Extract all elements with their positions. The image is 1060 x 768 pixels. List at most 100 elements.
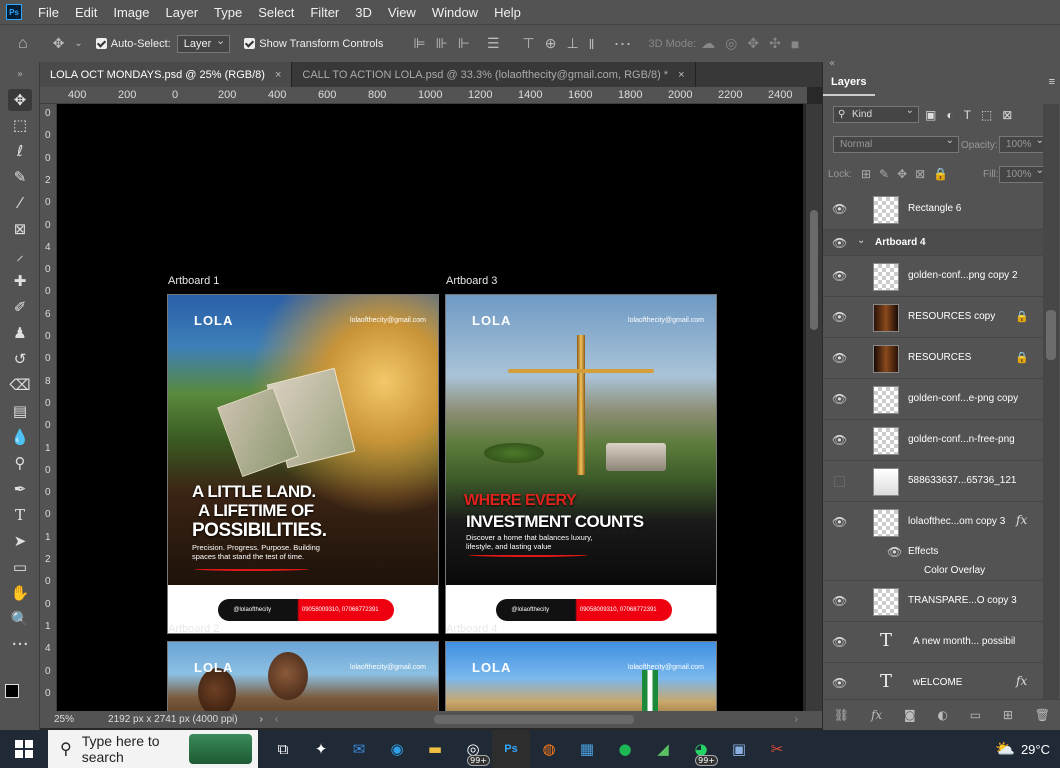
tab-lola-oct-mondays[interactable]: LOLA OCT MONDAYS.psd @ 25% (RGB/8) ×	[40, 62, 293, 87]
spotify-icon[interactable]: ●	[606, 730, 644, 768]
menu-filter[interactable]: Filter	[302, 5, 347, 20]
home-icon[interactable]: ⌂	[18, 35, 28, 53]
gradient-tool-icon[interactable]: ▤	[8, 400, 32, 422]
scroll-thumb[interactable]	[1046, 310, 1056, 360]
effects-row[interactable]: 👁 Effects	[823, 543, 1043, 562]
zoom-tool-icon[interactable]: 🔍	[8, 608, 32, 630]
corel-icon[interactable]: ◢	[644, 730, 682, 768]
layer-row[interactable]: 👁 golden-conf...n-free-png	[823, 420, 1043, 461]
artboard-3[interactable]: LOLA lolaofthecity@gmail.com WHERE EVERY…	[445, 294, 717, 634]
menu-window[interactable]: Window	[424, 5, 486, 20]
eye-icon[interactable]: 👁	[832, 351, 847, 365]
artboard-1-label[interactable]: Artboard 1	[168, 275, 219, 287]
eye-icon[interactable]: 👁	[832, 310, 847, 324]
path-select-icon[interactable]: ➤	[8, 530, 32, 552]
auto-select-checkbox[interactable]: Auto-Select:	[95, 38, 171, 50]
layer-row[interactable]: 👁 T wELCOME fx	[823, 663, 1043, 699]
copilot-icon[interactable]: ✦	[302, 730, 340, 768]
eye-icon[interactable]: 👁	[832, 433, 847, 447]
foreground-color-swatch[interactable]	[5, 684, 19, 698]
delete-layer-icon[interactable]: 🗑	[1035, 708, 1050, 722]
new-group-icon[interactable]: ▭	[970, 708, 981, 722]
menu-type[interactable]: Type	[206, 5, 250, 20]
move-tool-icon[interactable]: ✥	[53, 35, 65, 52]
distribute-icon[interactable]: ☰	[487, 35, 500, 52]
type-tool-icon[interactable]: T	[8, 504, 32, 526]
artboard-4-label[interactable]: Artboard 4	[446, 623, 497, 635]
eye-icon[interactable]: 👁	[832, 676, 847, 690]
kind-filter-select[interactable]: ⚲ Kind	[833, 105, 919, 123]
chrome-icon[interactable]: ◎ 99+	[454, 730, 492, 768]
eye-icon[interactable]: 👁	[832, 635, 847, 649]
move-tool-icon[interactable]: ✥	[8, 89, 32, 111]
menu-select[interactable]: Select	[250, 5, 302, 20]
artboard-2[interactable]: LOLA lolaofthecity@gmail.com	[167, 641, 439, 711]
hidden-visibility-box[interactable]	[834, 476, 845, 487]
zoom-level[interactable]: 25%	[54, 714, 74, 725]
new-layer-icon[interactable]: ⊞	[1003, 708, 1013, 722]
blend-mode-select[interactable]: Normal	[833, 135, 959, 153]
menu-3d[interactable]: 3D	[347, 5, 380, 20]
hand-tool-icon[interactable]: ✋	[8, 582, 32, 604]
taskbar-search[interactable]: ⚲ Type here to search	[48, 730, 258, 768]
artboard-4[interactable]: LOLA lolaofthecity@gmail.com	[445, 641, 717, 711]
more-options-icon[interactable]: ···	[613, 33, 631, 54]
scroll-thumb[interactable]	[810, 210, 818, 330]
rectangle-tool-icon[interactable]: ▭	[8, 556, 32, 578]
clone-stamp-icon[interactable]: ♟	[8, 322, 32, 344]
align-left-icon[interactable]: ⊫	[413, 35, 425, 52]
add-mask-icon[interactable]: ◙	[904, 708, 916, 722]
chevron-down-icon[interactable]: ⌄	[74, 38, 82, 49]
quick-select-tool-icon[interactable]: ✎	[8, 166, 32, 188]
horizontal-scroll-thumb[interactable]	[434, 715, 634, 724]
scroll-left-icon[interactable]: ‹	[275, 714, 278, 725]
eye-icon[interactable]: 👁	[832, 515, 847, 529]
layer-row[interactable]: 👁 golden-conf...png copy 2	[823, 256, 1043, 297]
filter-icons[interactable]: ▣◐T⬚⊠	[925, 108, 1022, 122]
snipping-tool-icon[interactable]: ✂	[758, 730, 796, 768]
weather-widget[interactable]: ⛅ 29°C	[995, 739, 1050, 759]
layer-row[interactable]: 👁 golden-conf...e-png copy	[823, 379, 1043, 420]
add-style-icon[interactable]: fx	[871, 708, 882, 722]
align-bottom-icon[interactable]: ⊥	[566, 35, 578, 52]
collapse-icon[interactable]: «	[829, 58, 835, 69]
artboard-2-label[interactable]: Artboard 2	[168, 623, 219, 635]
eye-icon[interactable]: 👁	[832, 594, 847, 608]
artboard-3-label[interactable]: Artboard 3	[446, 275, 497, 287]
layers-tab[interactable]: Layers	[831, 76, 866, 88]
menu-view[interactable]: View	[380, 5, 424, 20]
remote-desktop-icon[interactable]: ▣	[720, 730, 758, 768]
close-icon[interactable]: ×	[275, 69, 281, 81]
eye-icon[interactable]: 👁	[832, 269, 847, 283]
menu-help[interactable]: Help	[486, 5, 529, 20]
whatsapp-icon[interactable]: ◕ 99+	[682, 730, 720, 768]
tab-call-to-action[interactable]: CALL TO ACTION LOLA.psd @ 33.3% (lolaoft…	[292, 62, 696, 87]
color-overlay-row[interactable]: Color Overlay	[823, 562, 1043, 581]
lock-icons[interactable]: ⊞✎✥⊠🔒	[861, 167, 956, 181]
align-right-icon[interactable]: ⊩	[458, 35, 470, 52]
layer-row[interactable]: 👁 Rectangle 6	[823, 189, 1043, 230]
start-button[interactable]	[0, 730, 48, 768]
align-top-icon[interactable]: ⊤	[523, 35, 535, 52]
link-layers-icon[interactable]: ⛓	[834, 708, 849, 722]
align-middle-icon[interactable]: ⊕	[545, 35, 557, 52]
eye-icon[interactable]: 👁	[832, 236, 847, 250]
layers-scrollbar[interactable]	[1043, 104, 1059, 699]
menu-edit[interactable]: Edit	[67, 5, 105, 20]
align-center-icon[interactable]: ⊪	[436, 35, 448, 52]
eye-icon[interactable]: 👁	[887, 545, 902, 559]
show-transform-checkbox[interactable]: Show Transform Controls	[244, 38, 383, 50]
layer-row[interactable]: 👁 lolaofthec...om copy 3 fx	[823, 502, 1043, 543]
menu-layer[interactable]: Layer	[158, 5, 207, 20]
fx-icon[interactable]: fx	[1016, 674, 1027, 688]
scroll-right-icon[interactable]: ›	[795, 714, 798, 725]
lasso-tool-icon[interactable]: ℓ	[8, 140, 32, 162]
panel-menu-icon[interactable]: ≡	[1049, 76, 1055, 88]
photoshop-taskbar-icon[interactable]: Ps	[492, 730, 530, 768]
crop-tool-icon[interactable]: ⊠	[8, 218, 32, 240]
blur-tool-icon[interactable]: 💧	[8, 426, 32, 448]
history-brush-icon[interactable]: ↺	[8, 348, 32, 370]
document-canvas[interactable]: Artboard 1 LOLA lolaofthecity@gmail.com …	[57, 104, 804, 711]
microsoft-store-icon[interactable]: ▦	[568, 730, 606, 768]
marquee-tool-icon[interactable]: ⬚	[8, 114, 32, 136]
